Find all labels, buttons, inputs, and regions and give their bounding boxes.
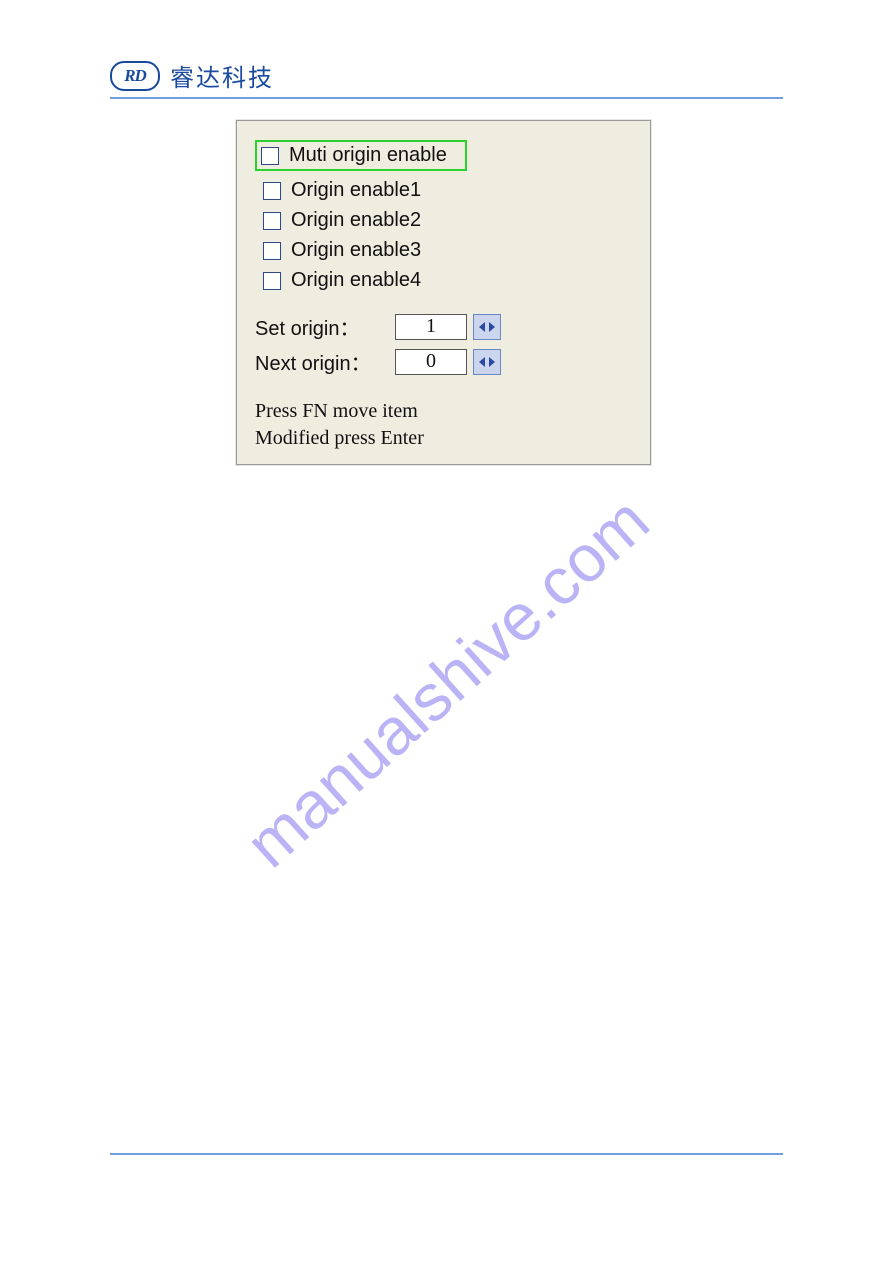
- set-origin-row: Set origin： 1: [255, 312, 632, 341]
- logo-row: RD 睿达科技: [110, 58, 783, 93]
- checkbox-row-origin-enable3[interactable]: Origin enable3: [259, 237, 425, 264]
- origin-settings-dialog: Muti origin enable Origin enable1 Origin…: [236, 120, 651, 465]
- help-line-1: Press FN move item: [255, 398, 632, 425]
- checkbox-label: Origin enable4: [291, 269, 421, 292]
- page-header: RD 睿达科技: [110, 58, 783, 99]
- header-divider: [110, 97, 783, 99]
- checkbox-icon[interactable]: [261, 147, 279, 165]
- checkbox-row-origin-enable1[interactable]: Origin enable1: [259, 177, 425, 204]
- brand-text: 睿达科技: [170, 58, 274, 93]
- checkbox-icon[interactable]: [263, 182, 281, 200]
- footer-divider: [110, 1153, 783, 1155]
- next-origin-stepper[interactable]: [473, 349, 501, 375]
- checkbox-label: Muti origin enable: [289, 144, 447, 167]
- set-origin-stepper[interactable]: [473, 314, 501, 340]
- checkbox-row-origin-enable4[interactable]: Origin enable4: [259, 267, 425, 294]
- next-origin-label: Next origin：: [255, 347, 395, 376]
- left-right-arrows-icon: [478, 321, 496, 333]
- set-origin-label: Set origin：: [255, 312, 395, 341]
- checkbox-row-origin-enable2[interactable]: Origin enable2: [259, 207, 425, 234]
- checkbox-row-muti-origin-enable[interactable]: Muti origin enable: [255, 140, 467, 171]
- help-text: Press FN move item Modified press Enter: [255, 398, 632, 452]
- rd-logo: RD: [110, 61, 160, 91]
- help-line-2: Modified press Enter: [255, 425, 632, 452]
- checkbox-icon[interactable]: [263, 272, 281, 290]
- checkbox-icon[interactable]: [263, 242, 281, 260]
- left-right-arrows-icon: [478, 356, 496, 368]
- checkbox-label: Origin enable2: [291, 209, 421, 232]
- watermark-text: manualshive.com: [230, 482, 663, 882]
- set-origin-value[interactable]: 1: [395, 314, 467, 340]
- checkbox-label: Origin enable1: [291, 179, 421, 202]
- checkbox-icon[interactable]: [263, 212, 281, 230]
- checkbox-label: Origin enable3: [291, 239, 421, 262]
- next-origin-row: Next origin： 0: [255, 347, 632, 376]
- next-origin-value[interactable]: 0: [395, 349, 467, 375]
